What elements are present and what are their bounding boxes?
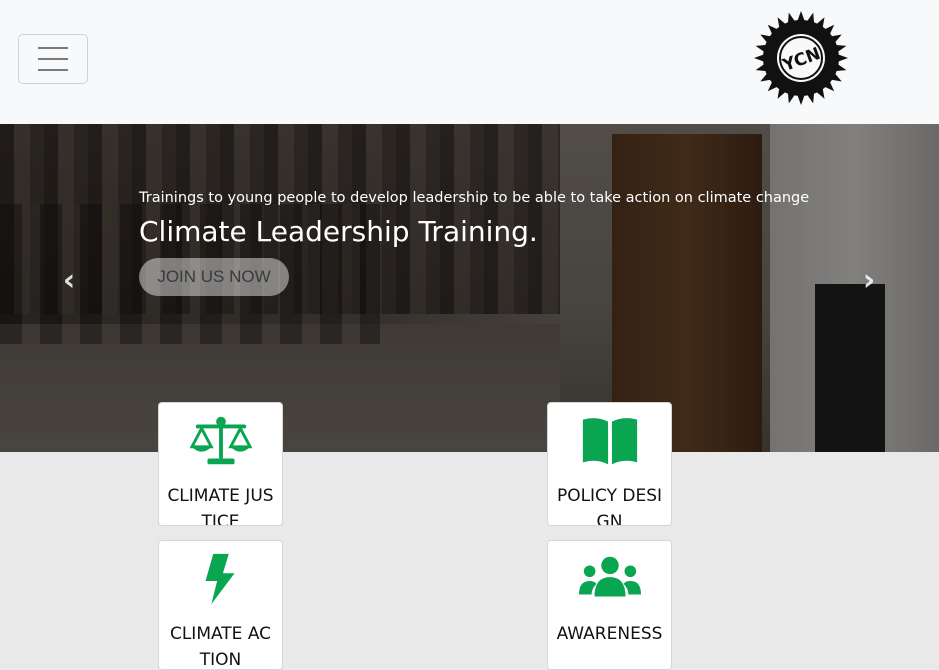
hamburger-icon-bar — [38, 69, 68, 71]
hero-carousel: ‹ › Trainings to young people to develop… — [0, 124, 939, 452]
scale-icon — [189, 416, 252, 465]
card-policy-design[interactable]: POLICY DESIGN — [547, 402, 672, 526]
card-label: POLICY DESIGN — [556, 486, 663, 526]
hero-subtitle: Trainings to young people to develop lea… — [139, 190, 810, 206]
card-awareness[interactable]: AWARENESS — [547, 540, 672, 670]
card-label: AWARENESS — [556, 624, 663, 644]
hamburger-icon-bar — [38, 47, 68, 49]
hero-caption: Trainings to young people to develop lea… — [139, 188, 810, 296]
lightning-bolt-icon — [205, 553, 235, 605]
hamburger-icon-bar — [38, 58, 68, 60]
sun-emblem-logo-icon[interactable]: YCN — [748, 10, 854, 106]
navbar: YCN — [0, 0, 939, 124]
chevron-left-icon[interactable]: ‹ — [54, 266, 84, 296]
hero-title: Climate Leadership Training. — [139, 215, 538, 248]
join-us-button[interactable]: JOIN US NOW — [139, 258, 289, 296]
chevron-right-icon[interactable]: › — [854, 266, 884, 296]
navbar-toggle-button[interactable] — [18, 34, 88, 84]
users-group-icon — [578, 556, 641, 597]
card-label: CLIMATE JUSTICE — [167, 486, 274, 526]
card-climate-action[interactable]: CLIMATE ACTION — [158, 540, 283, 670]
book-icon — [582, 418, 637, 465]
card-label: CLIMATE ACTION — [169, 624, 272, 670]
card-climate-justice[interactable]: CLIMATE JUSTICE — [158, 402, 283, 526]
hero-overlay — [0, 124, 939, 452]
